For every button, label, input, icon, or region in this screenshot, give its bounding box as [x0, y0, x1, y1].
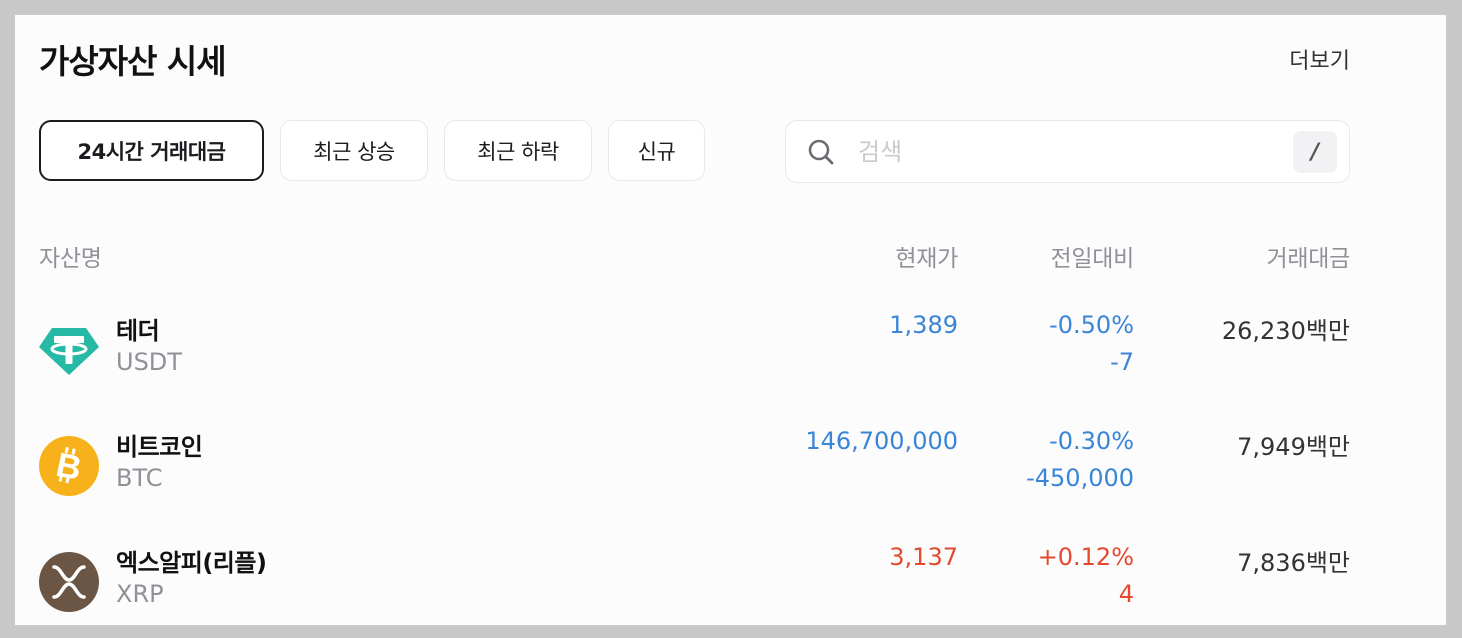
change-amount: -7 [1110, 348, 1134, 376]
coin-symbol: USDT [116, 348, 182, 376]
tab-24h-volume[interactable]: 24시간 거래대금 [39, 120, 264, 181]
search-box[interactable]: / [785, 120, 1350, 183]
trading-volume: 7,836백만 [1237, 549, 1350, 577]
more-link[interactable]: 더보기 [1289, 43, 1350, 75]
current-price: 3,137 [889, 543, 958, 571]
change-amount: 4 [1118, 580, 1134, 608]
trading-volume: 26,230백만 [1221, 317, 1350, 345]
search-shortcut-badge: / [1293, 131, 1337, 173]
coin-name: 테더 [116, 317, 160, 345]
page-title: 가상자산 시세 [39, 42, 227, 81]
tab-recent-rise[interactable]: 최근 상승 [280, 120, 428, 181]
xrp-icon [39, 552, 99, 612]
column-header-price: 현재가 [895, 246, 958, 272]
tab-new[interactable]: 신규 [608, 120, 705, 181]
change-rate: +0.12% [1037, 543, 1134, 571]
current-price: 146,700,000 [805, 427, 958, 455]
crypto-price-card: 가상자산 시세 더보기 24시간 거래대금 최근 상승 최근 하락 신규 / 자… [15, 15, 1446, 625]
change-rate: -0.30% [1049, 427, 1134, 455]
tether-icon [39, 328, 99, 375]
trading-volume: 7,949백만 [1237, 433, 1350, 461]
coin-name: 비트코인 [116, 433, 203, 461]
coin-symbol: BTC [116, 464, 163, 492]
tab-recent-fall[interactable]: 최근 하락 [444, 120, 592, 181]
coin-symbol: XRP [116, 580, 164, 608]
bitcoin-icon: B [39, 436, 99, 496]
current-price: 1,389 [889, 311, 958, 339]
table-row[interactable]: B 비트코인 BTC 146,700,000 -0.30% -450,000 7… [15, 427, 1446, 537]
search-icon [808, 139, 834, 165]
change-rate: -0.50% [1049, 311, 1134, 339]
column-header-change: 전일대비 [1050, 246, 1135, 272]
table-row[interactable]: 테더 USDT 1,389 -0.50% -7 26,230백만 [15, 311, 1446, 421]
column-header-volume: 거래대금 [1266, 246, 1351, 272]
search-input[interactable] [856, 133, 1280, 171]
change-amount: -450,000 [1026, 464, 1134, 492]
table-row[interactable]: 엑스알피(리플) XRP 3,137 +0.12% 4 7,836백만 [15, 543, 1446, 625]
column-header-asset: 자산명 [39, 246, 102, 272]
coin-name: 엑스알피(리플) [116, 549, 267, 577]
